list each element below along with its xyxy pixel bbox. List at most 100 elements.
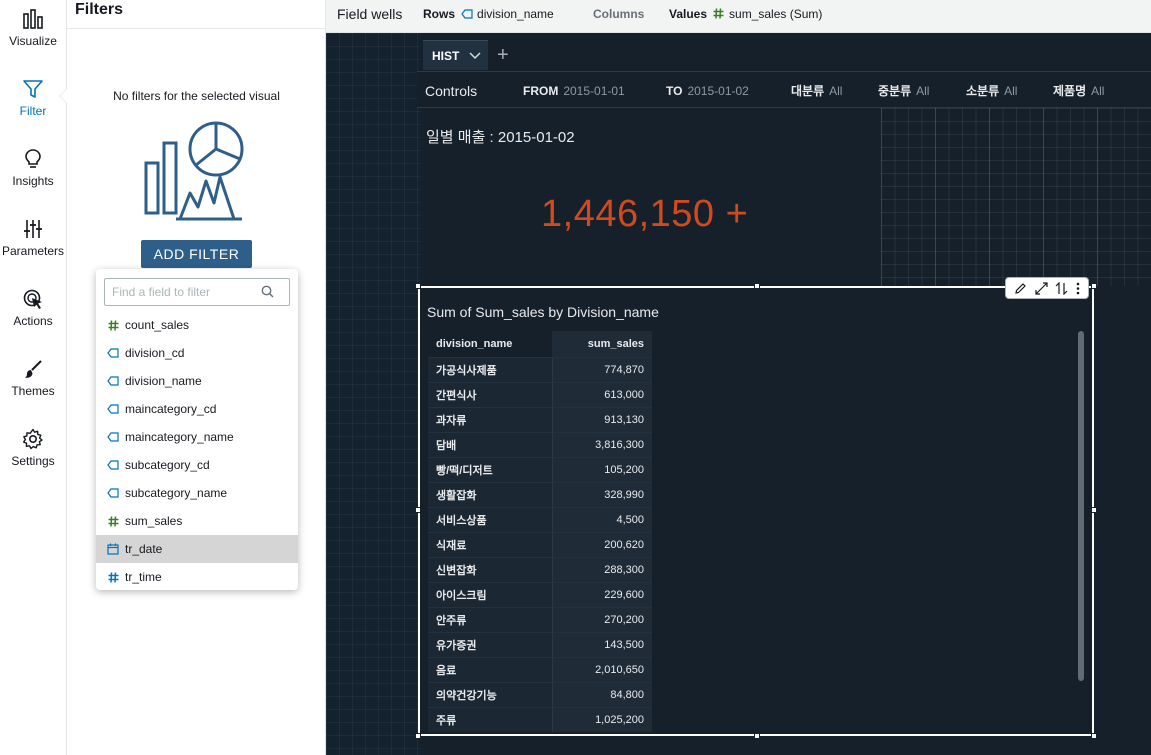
visual-title: Sum of Sum_sales by Division_name bbox=[427, 304, 659, 320]
pivot-table: division_name sum_sales 가공식사제품 774,870 간편… bbox=[428, 331, 652, 732]
table-row[interactable]: 간편식사 613,000 bbox=[428, 381, 652, 407]
vertical-scrollbar[interactable] bbox=[1078, 331, 1084, 681]
rail-item-insights[interactable]: Insights bbox=[0, 148, 66, 188]
row-value: 105,200 bbox=[551, 456, 652, 482]
chevron-down-icon[interactable] bbox=[469, 52, 481, 60]
control-label: 중분류 bbox=[878, 84, 912, 98]
swap-arrows-icon[interactable] bbox=[1055, 281, 1068, 295]
table-row[interactable]: 과자류 913,130 bbox=[428, 406, 652, 432]
control-to[interactable]: TO 2015-01-02 bbox=[666, 72, 749, 109]
field-item-tr-time[interactable]: tr_time bbox=[96, 563, 298, 591]
table-row[interactable]: 음료 2,010,650 bbox=[428, 656, 652, 682]
field-item-sum-sales[interactable]: sum_sales bbox=[96, 507, 298, 535]
field-item-division-name[interactable]: division_name bbox=[96, 367, 298, 395]
row-label: 과자류 bbox=[428, 406, 552, 432]
field-item-division-cd[interactable]: division_cd bbox=[96, 339, 298, 367]
table-row[interactable]: 식재료 200,620 bbox=[428, 531, 652, 557]
field-label: count_sales bbox=[125, 318, 190, 332]
rail-item-parameters[interactable]: Parameters bbox=[0, 218, 66, 258]
field-wells-title[interactable]: Field wells bbox=[337, 0, 402, 27]
control-product-name[interactable]: 제품명 All bbox=[1053, 72, 1104, 109]
field-item-maincategory-name[interactable]: maincategory_name bbox=[96, 423, 298, 451]
resize-handle[interactable] bbox=[415, 733, 421, 739]
field-label: subcategory_cd bbox=[125, 458, 210, 472]
columns-well[interactable]: Columns bbox=[593, 0, 644, 27]
values-well[interactable]: Values sum_sales (Sum) bbox=[669, 0, 822, 27]
table-row[interactable]: 서비스상품 4,500 bbox=[428, 506, 652, 532]
column-header[interactable]: sum_sales bbox=[552, 331, 652, 357]
table-row[interactable]: 유가증권 143,500 bbox=[428, 631, 652, 657]
resize-handle[interactable] bbox=[415, 507, 421, 513]
calendar-icon bbox=[107, 543, 119, 555]
row-value: 200,620 bbox=[551, 531, 652, 557]
field-item-tr-date[interactable]: tr_date bbox=[96, 535, 298, 563]
more-options-icon[interactable] bbox=[1076, 282, 1080, 295]
rail-item-visualize[interactable]: Visualize bbox=[0, 8, 66, 48]
control-from[interactable]: FROM 2015-01-01 bbox=[523, 72, 625, 109]
rail-label: Visualize bbox=[9, 34, 57, 48]
controls-title[interactable]: Controls bbox=[425, 72, 477, 109]
tab-hist[interactable]: HIST bbox=[423, 40, 488, 70]
field-item-subcategory-cd[interactable]: subcategory_cd bbox=[96, 451, 298, 479]
rows-label: Rows bbox=[423, 6, 456, 21]
table-row[interactable]: 안주류 270,200 bbox=[428, 606, 652, 632]
edit-pencil-icon[interactable] bbox=[1014, 282, 1027, 295]
field-label: tr_time bbox=[125, 570, 162, 584]
resize-handle[interactable] bbox=[754, 283, 760, 289]
field-item-count-sales[interactable]: count_sales bbox=[96, 311, 298, 339]
kpi-value[interactable]: 1,446,150 + bbox=[541, 193, 748, 236]
layout-grid-major bbox=[881, 108, 1151, 286]
expand-icon[interactable] bbox=[1035, 281, 1048, 295]
control-label: 소분류 bbox=[966, 84, 1000, 98]
field-label: maincategory_cd bbox=[125, 402, 217, 416]
field-label: subcategory_name bbox=[125, 486, 228, 500]
resize-handle[interactable] bbox=[1091, 733, 1097, 739]
dimension-tag-icon bbox=[107, 375, 119, 387]
table-row[interactable]: 신변잡화 288,300 bbox=[428, 556, 652, 582]
table-row[interactable]: 아이스크림 229,600 bbox=[428, 581, 652, 607]
row-value: 1,025,200 bbox=[551, 706, 652, 732]
visual-toolbar bbox=[1005, 277, 1089, 299]
control-value: All bbox=[829, 83, 843, 98]
control-sub-category[interactable]: 소분류 All bbox=[966, 72, 1017, 109]
row-label: 의약건강기능 bbox=[428, 681, 552, 707]
control-main-category[interactable]: 대분류 All bbox=[791, 72, 842, 109]
kpi-title: 일별 매출 : 2015-01-02 bbox=[426, 129, 575, 146]
rail-item-themes[interactable]: Themes bbox=[0, 358, 66, 398]
dimension-tag-icon bbox=[107, 403, 119, 415]
table-row[interactable]: 주류 1,025,200 bbox=[428, 706, 652, 732]
table-row[interactable]: 빵/떡/디저트 105,200 bbox=[428, 456, 652, 482]
pivot-table-visual[interactable]: Sum of Sum_sales by Division_name divisi… bbox=[418, 277, 1094, 736]
add-sheet-button[interactable]: + bbox=[497, 44, 509, 67]
resize-handle[interactable] bbox=[415, 283, 421, 289]
row-label: 서비스상품 bbox=[428, 506, 552, 532]
rail-item-settings[interactable]: Settings bbox=[0, 428, 66, 468]
column-header[interactable]: division_name bbox=[428, 331, 552, 357]
control-mid-category[interactable]: 중분류 All bbox=[878, 72, 929, 109]
divider bbox=[67, 28, 326, 29]
field-item-maincategory-cd[interactable]: maincategory_cd bbox=[96, 395, 298, 423]
row-label: 유가증권 bbox=[428, 631, 552, 657]
row-label: 신변잡화 bbox=[428, 556, 552, 582]
filter-icon bbox=[23, 80, 43, 98]
rows-field[interactable]: division_name bbox=[477, 7, 554, 21]
rail-item-actions[interactable]: Actions bbox=[0, 288, 66, 328]
row-value: 328,990 bbox=[551, 481, 652, 507]
table-row[interactable]: 가공식사제품 774,870 bbox=[428, 356, 652, 382]
values-field[interactable]: sum_sales (Sum) bbox=[729, 7, 822, 21]
table-row[interactable]: 의약건강기능 84,800 bbox=[428, 681, 652, 707]
rows-well[interactable]: Rows division_name bbox=[423, 0, 554, 27]
add-filter-button[interactable]: ADD FILTER bbox=[141, 240, 252, 268]
table-row[interactable]: 생활잡화 328,990 bbox=[428, 481, 652, 507]
resize-handle[interactable] bbox=[1091, 283, 1097, 289]
rail-item-filter[interactable]: Filter bbox=[0, 78, 66, 118]
measure-hash-icon bbox=[713, 8, 724, 19]
dimension-tag-icon bbox=[461, 8, 473, 19]
field-item-subcategory-name[interactable]: subcategory_name bbox=[96, 479, 298, 507]
row-label: 생활잡화 bbox=[428, 481, 552, 507]
resize-handle[interactable] bbox=[1091, 507, 1097, 513]
table-row[interactable]: 담배 3,816,300 bbox=[428, 431, 652, 457]
resize-handle[interactable] bbox=[754, 733, 760, 739]
empty-filter-illustration-icon bbox=[144, 121, 244, 221]
row-value: 913,130 bbox=[551, 406, 652, 432]
